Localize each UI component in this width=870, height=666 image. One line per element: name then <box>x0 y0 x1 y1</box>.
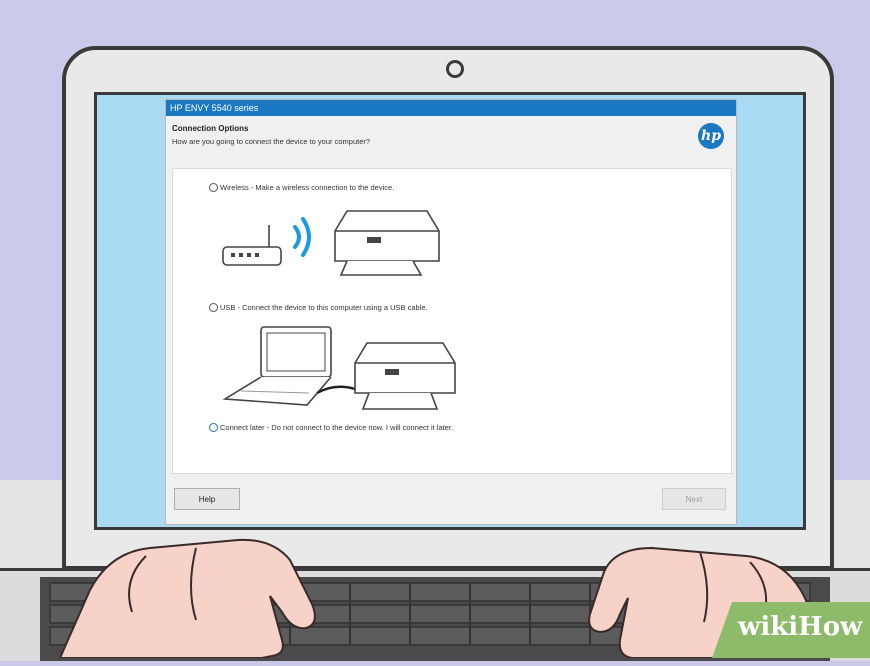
hands-illustration <box>58 538 834 658</box>
wikihow-logo: wikiHow <box>738 612 863 642</box>
scene: HP ENVY 5540 series Connection Options H… <box>0 0 870 661</box>
wikihow-watermark: wikiHow <box>712 602 870 658</box>
left-hand <box>58 538 316 658</box>
